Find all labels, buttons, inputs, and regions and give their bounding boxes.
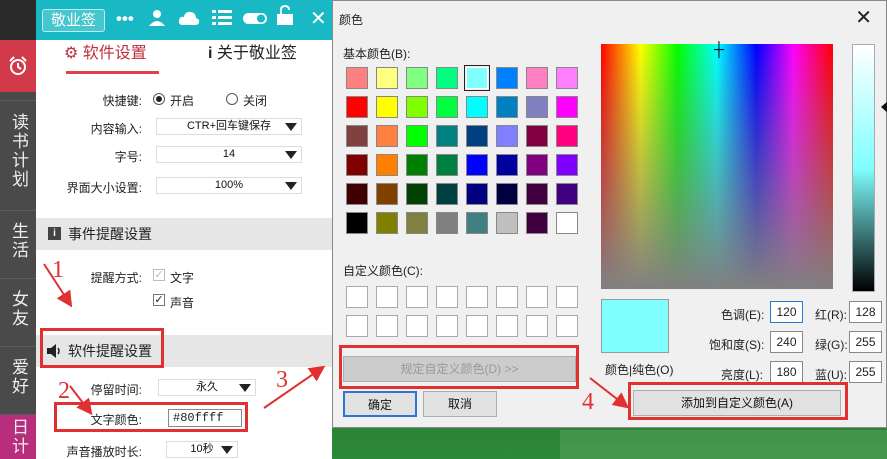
annotation-arrows: [43, 263, 630, 416]
arrow-2: [69, 385, 93, 416]
arrow-3: [263, 365, 326, 409]
arrow-4: [589, 377, 630, 409]
arrow-1: [43, 263, 73, 308]
